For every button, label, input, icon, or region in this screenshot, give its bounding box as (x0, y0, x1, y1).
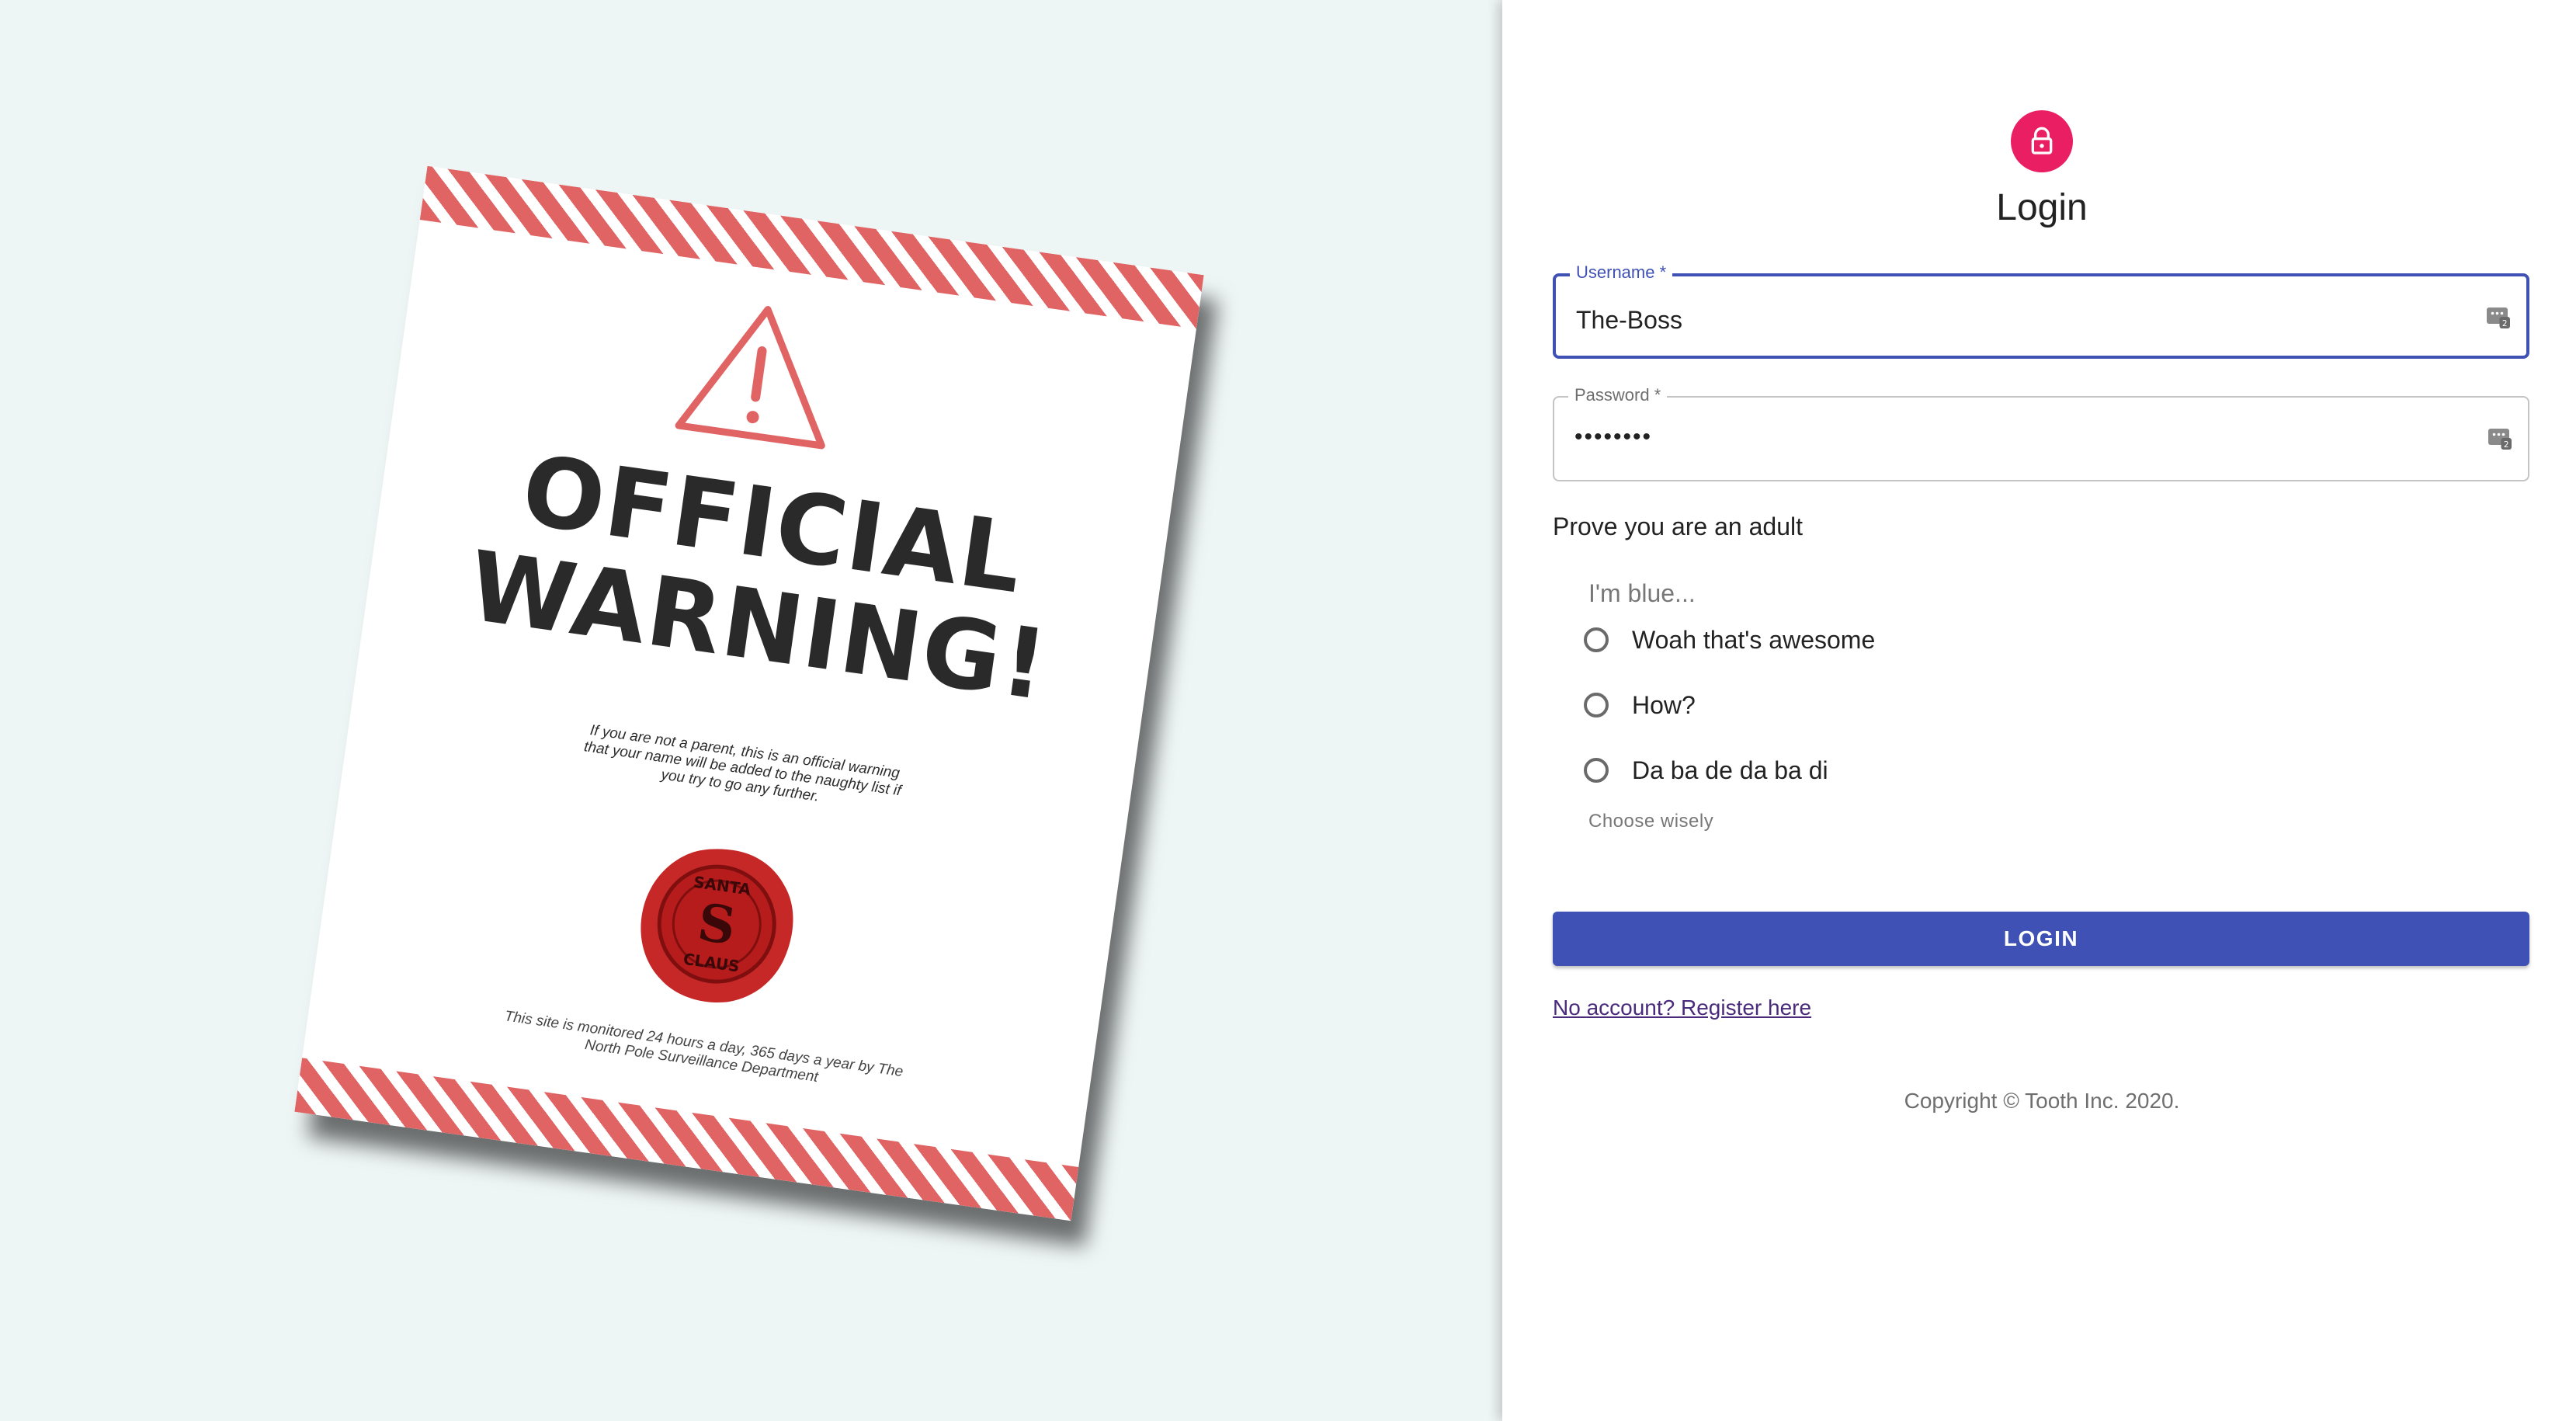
page-title: Login (1996, 187, 2088, 228)
poster-bottom-stripes (294, 1058, 1079, 1221)
copyright-text: Copyright © Tooth Inc. 2020. (1904, 1089, 2180, 1113)
register-link[interactable]: No account? Register here (1553, 995, 1811, 1020)
quiz-question: I'm blue... (1588, 579, 1696, 607)
poster-top-stripes (419, 165, 1204, 329)
radio-button[interactable] (1584, 758, 1609, 783)
password-label: Password * (1568, 385, 1668, 405)
lock-icon (2031, 127, 2053, 155)
santa-claus-wax-seal: SANTA CLAUS S (641, 849, 793, 1002)
lock-avatar (2011, 110, 2073, 172)
poster-footer-text: This site is monitored 24 hours a day, 3… (503, 1008, 904, 1086)
warning-triangle-icon (675, 306, 825, 450)
quiz-helper-text: Choose wisely (1588, 811, 1714, 832)
radio-button[interactable] (1584, 627, 1609, 652)
left-image-pane: OFFICIAL WARNING! If you are not a paren… (0, 0, 1502, 1421)
password-input[interactable]: •••••••• (1574, 424, 1652, 450)
official-warning-poster: OFFICIAL WARNING! If you are not a paren… (294, 165, 1204, 1221)
poster-title: OFFICIAL WARNING! (363, 419, 1168, 731)
radio-option-awesome[interactable]: Woah that's awesome (1584, 617, 1875, 663)
username-label: Username * (1570, 262, 1673, 283)
prove-adult-label: Prove you are an adult (1553, 512, 1803, 540)
radio-label[interactable]: Da ba de da ba di (1632, 756, 1828, 785)
radio-option-da-ba-de[interactable]: Da ba de da ba di (1584, 747, 1828, 794)
username-field[interactable]: Username * The-Boss 2 (1553, 262, 2529, 359)
radio-label[interactable]: Woah that's awesome (1632, 626, 1875, 655)
radio-option-how[interactable]: How? (1584, 682, 1696, 728)
svg-text:2: 2 (2504, 440, 2509, 450)
svg-text:2: 2 (2502, 319, 2508, 328)
poster-warning-text: If you are not a parent, this is an offi… (582, 722, 902, 805)
radio-button[interactable] (1584, 693, 1609, 717)
password-field[interactable]: Password * •••••••• 2 (1553, 385, 2529, 481)
radio-label[interactable]: How? (1632, 691, 1696, 720)
password-manager-icon[interactable]: 2 (2486, 424, 2514, 452)
username-input[interactable]: The-Boss (1576, 306, 1682, 335)
password-manager-icon[interactable]: 2 (2484, 303, 2512, 331)
login-button[interactable]: LOGIN (1553, 912, 2529, 966)
